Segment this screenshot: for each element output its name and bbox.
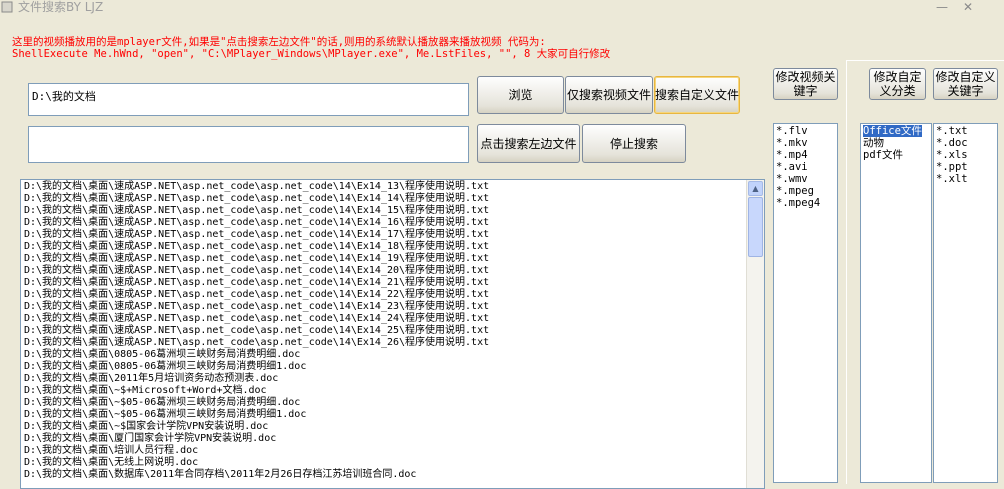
title-bar: 文件搜索BY LJZ — ✕	[0, 0, 1004, 16]
video-extension-item[interactable]: *.mp4	[776, 149, 808, 161]
scroll-up-arrow-icon[interactable]: ▲	[748, 181, 763, 196]
search-video-button[interactable]: 仅搜索视频文件	[565, 76, 653, 114]
result-row[interactable]: D:\我的文档\桌面\速成ASP.NET\asp.net_code\asp.ne…	[24, 205, 764, 217]
result-row[interactable]: D:\我的文档\桌面\数据库\2011年合同存档\2011年2月26日存档江苏培…	[24, 469, 764, 481]
notice-line-1: 这里的视频播放用的是mplayer文件,如果是"点击搜索左边文件"的话,则用的系…	[12, 36, 546, 48]
result-row[interactable]: D:\我的文档\桌面\速成ASP.NET\asp.net_code\asp.ne…	[24, 217, 764, 229]
category-extension-item[interactable]: *.xlt	[936, 173, 968, 185]
result-row[interactable]: D:\我的文档\桌面\速成ASP.NET\asp.net_code\asp.ne…	[24, 253, 764, 265]
edit-video-keywords-button[interactable]: 修改视频关键字	[773, 68, 838, 100]
video-extension-item[interactable]: *.mkv	[776, 137, 808, 149]
stop-search-button[interactable]: 停止搜索	[582, 124, 686, 163]
result-row[interactable]: D:\我的文档\桌面\0805-06葛洲坝三峡财务局消费明细1.doc	[24, 361, 764, 373]
result-row[interactable]: D:\我的文档\桌面\速成ASP.NET\asp.net_code\asp.ne…	[24, 325, 764, 337]
result-row[interactable]: D:\我的文档\桌面\速成ASP.NET\asp.net_code\asp.ne…	[24, 193, 764, 205]
close-icon[interactable]: ✕	[958, 0, 978, 14]
result-row[interactable]: D:\我的文档\桌面\速成ASP.NET\asp.net_code\asp.ne…	[24, 301, 764, 313]
result-row[interactable]: D:\我的文档\桌面\无线上网说明.doc	[24, 457, 764, 469]
video-extension-item[interactable]: *.flv	[776, 125, 808, 137]
path-input[interactable]: D:\我的文档	[28, 83, 469, 116]
edit-custom-keywords-button[interactable]: 修改自定义关键字	[933, 68, 998, 100]
minimize-icon[interactable]: —	[932, 0, 952, 14]
result-row[interactable]: D:\我的文档\桌面\速成ASP.NET\asp.net_code\asp.ne…	[24, 313, 764, 325]
browse-button[interactable]: 浏览	[477, 76, 564, 114]
result-row[interactable]: D:\我的文档\桌面\~$+Microsoft+Word+文档.doc	[24, 385, 764, 397]
category-extension-item[interactable]: *.ppt	[936, 161, 968, 173]
results-rows: D:\我的文档\桌面\速成ASP.NET\asp.net_code\asp.ne…	[21, 180, 764, 481]
result-row[interactable]: D:\我的文档\桌面\速成ASP.NET\asp.net_code\asp.ne…	[24, 337, 764, 349]
category-list[interactable]: Office文件 动物 pdf文件	[860, 123, 932, 483]
edit-custom-category-button[interactable]: 修改自定义分类	[869, 68, 926, 100]
video-extension-item[interactable]: *.avi	[776, 161, 808, 173]
result-row[interactable]: D:\我的文档\桌面\~$国家会计学院VPN安装说明.doc	[24, 421, 764, 433]
video-extension-item[interactable]: *.wmv	[776, 173, 808, 185]
app-icon	[1, 1, 13, 13]
result-row[interactable]: D:\我的文档\桌面\厦门国家会计学院VPN安装说明.doc	[24, 433, 764, 445]
category-extension-item[interactable]: *.xls	[936, 149, 968, 161]
result-row[interactable]: D:\我的文档\桌面\培训人员行程.doc	[24, 445, 764, 457]
category-item[interactable]: 动物	[863, 137, 884, 149]
video-extension-item[interactable]: *.mpeg4	[776, 197, 820, 209]
category-extension-item[interactable]: *.txt	[936, 125, 968, 137]
result-row[interactable]: D:\我的文档\桌面\速成ASP.NET\asp.net_code\asp.ne…	[24, 277, 764, 289]
result-row[interactable]: D:\我的文档\桌面\0805-06葛洲坝三峡财务局消费明细.doc	[24, 349, 764, 361]
results-list[interactable]: D:\我的文档\桌面\速成ASP.NET\asp.net_code\asp.ne…	[20, 179, 765, 489]
result-row[interactable]: D:\我的文档\桌面\速成ASP.NET\asp.net_code\asp.ne…	[24, 265, 764, 277]
search-left-files-button[interactable]: 点击搜索左边文件	[477, 124, 580, 163]
secondary-input[interactable]	[28, 126, 469, 163]
results-scrollbar[interactable]: ▲	[746, 180, 764, 488]
video-extensions-list[interactable]: *.flv *.mkv *.mp4 *.avi *.wmv *.mpeg *.mpeg4	[773, 123, 838, 483]
category-extensions-list[interactable]: *.txt *.doc *.xls *.ppt *.xlt	[933, 123, 998, 483]
result-row[interactable]: D:\我的文档\桌面\速成ASP.NET\asp.net_code\asp.ne…	[24, 241, 764, 253]
result-row[interactable]: D:\我的文档\桌面\~$05-06葛洲坝三峡财务局消费明细.doc	[24, 397, 764, 409]
search-custom-button[interactable]: 搜索自定义文件	[654, 76, 740, 114]
window-title: 文件搜索BY LJZ	[18, 0, 104, 14]
result-row[interactable]: D:\我的文档\桌面\2011年5月培训资务动态预测表.doc	[24, 373, 764, 385]
category-item[interactable]: pdf文件	[863, 149, 903, 161]
result-row[interactable]: D:\我的文档\桌面\速成ASP.NET\asp.net_code\asp.ne…	[24, 181, 764, 193]
category-item[interactable]: Office文件	[863, 125, 922, 137]
result-row[interactable]: D:\我的文档\桌面\速成ASP.NET\asp.net_code\asp.ne…	[24, 229, 764, 241]
result-row[interactable]: D:\我的文档\桌面\速成ASP.NET\asp.net_code\asp.ne…	[24, 289, 764, 301]
category-extension-item[interactable]: *.doc	[936, 137, 968, 149]
scroll-thumb[interactable]	[748, 197, 763, 257]
result-row[interactable]: D:\我的文档\桌面\~$05-06葛洲坝三峡财务局消费明细1.doc	[24, 409, 764, 421]
notice-line-2: ShellExecute Me.hWnd, "open", "C:\MPlaye…	[12, 48, 611, 60]
video-extension-item[interactable]: *.mpeg	[776, 185, 814, 197]
